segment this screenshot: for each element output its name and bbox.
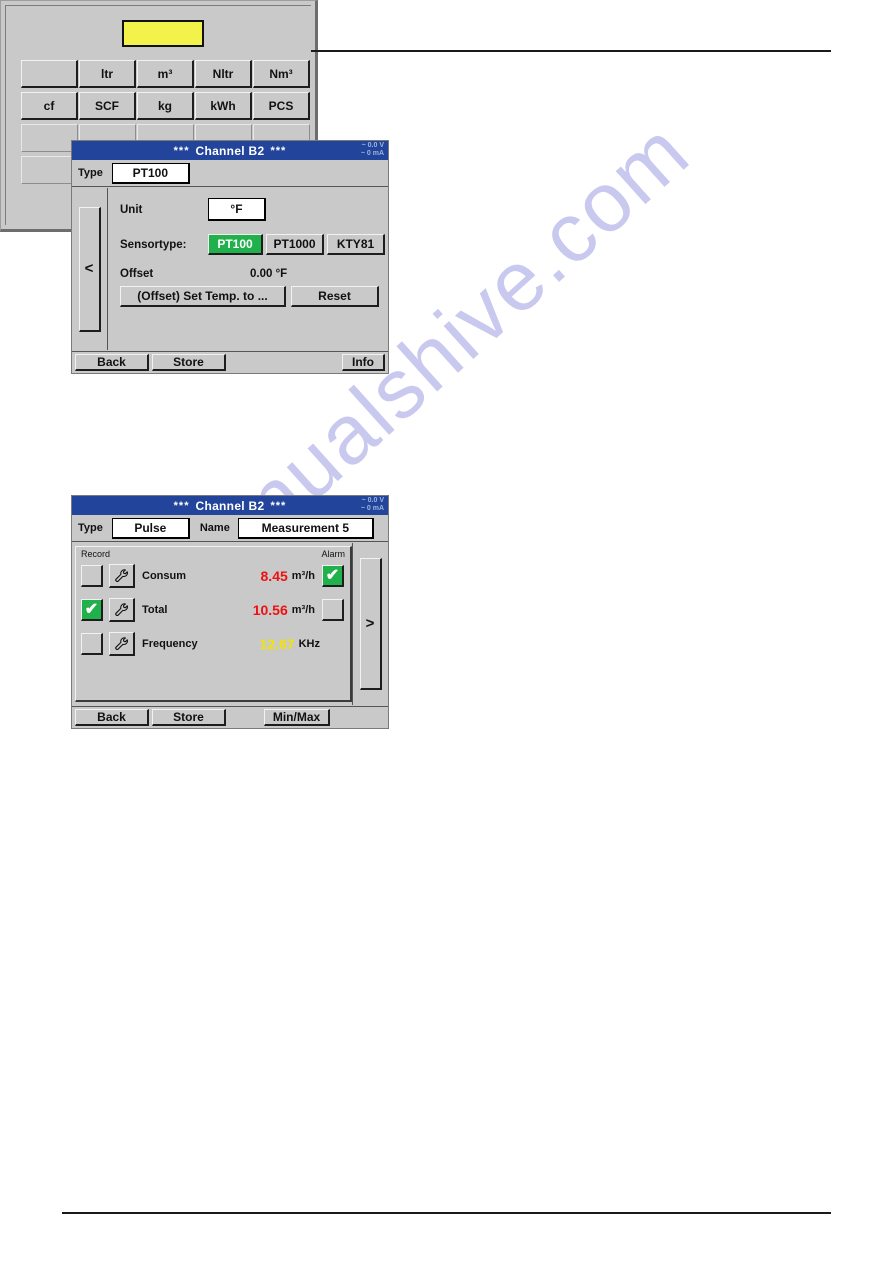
unit-key-nltr[interactable]: Nltr xyxy=(195,60,252,88)
page-title: Channel B2 xyxy=(195,498,265,513)
bottom-toolbar: Back Store Min/Max xyxy=(72,706,388,728)
title-stars-left: *** xyxy=(173,144,190,157)
offset-actions-row: (Offset) Set Temp. to ... Reset xyxy=(120,286,388,307)
offset-label: Offset xyxy=(120,268,154,280)
record-checkbox-consum[interactable]: ✔ xyxy=(81,565,103,587)
unit-key-ltr[interactable]: ltr xyxy=(79,60,136,88)
page-footer-rule xyxy=(62,1212,831,1214)
titlebar: *** Channel B2 *** ~ 0.0 V ~ 0 mA xyxy=(72,141,388,160)
record-label-consum: Consum xyxy=(142,570,186,582)
record-row-consum: ✔ Consum 8.45 m³/h ✔ xyxy=(76,559,350,593)
name-label: Name xyxy=(199,522,230,534)
back-button[interactable]: Back xyxy=(75,709,149,726)
prev-page-button[interactable]: < xyxy=(78,206,101,332)
store-button[interactable]: Store xyxy=(152,354,226,371)
sensortype-option-kty81[interactable]: KTY81 xyxy=(327,234,385,255)
page-title: Channel B2 xyxy=(195,143,265,158)
sensortype-option-pt1000[interactable]: PT1000 xyxy=(266,234,324,255)
voltage-readout: ~ 0.0 V xyxy=(361,497,384,504)
type-name-row: Type Pulse Name Measurement 5 xyxy=(72,515,388,542)
unit-key-empty[interactable] xyxy=(21,156,78,184)
type-label: Type xyxy=(78,522,103,534)
record-row-total: ✔ Total 10.56 m³/h ✔ xyxy=(76,593,350,627)
title-stars-right: *** xyxy=(270,144,287,157)
type-label: Type xyxy=(78,167,103,179)
titlebar: *** Channel B2 *** ~ 0.0 V ~ 0 mA xyxy=(72,496,388,515)
unit-key-blank[interactable] xyxy=(21,60,78,88)
alarm-checkbox-consum[interactable]: ✔ xyxy=(322,565,344,587)
sensortype-option-pt100[interactable]: PT100 xyxy=(208,234,263,255)
record-list-header: Record Alarm xyxy=(76,547,350,559)
unit-key-m3[interactable]: m³ xyxy=(137,60,194,88)
channel-b2-temperature-screen: *** Channel B2 *** ~ 0.0 V ~ 0 mA Type P… xyxy=(71,140,389,374)
offset-reset-button[interactable]: Reset xyxy=(291,286,379,307)
minmax-button[interactable]: Min/Max xyxy=(264,709,330,726)
record-value-consum: 8.45 xyxy=(260,568,288,584)
wrench-icon[interactable] xyxy=(109,598,135,622)
alarm-column-header: Alarm xyxy=(321,549,345,559)
back-button[interactable]: Back xyxy=(75,354,149,371)
title-stars-right: *** xyxy=(270,499,287,512)
record-value-frequency: 12.67 xyxy=(259,636,295,652)
unit-key-nm3[interactable]: Nm³ xyxy=(253,60,310,88)
record-label-frequency: Frequency xyxy=(142,638,198,650)
offset-row: Offset 0.00 °F xyxy=(120,268,388,280)
current-readout: ~ 0 mA xyxy=(360,150,384,157)
next-page-column: > xyxy=(352,543,388,705)
analog-readout: ~ 0.0 V ~ 0 mA xyxy=(361,142,384,158)
channel-b2-pulse-screen: *** Channel B2 *** ~ 0.0 V ~ 0 mA Type P… xyxy=(71,495,389,729)
offset-value: 0.00 °F xyxy=(250,268,288,280)
unit-key-kwh[interactable]: kWh xyxy=(195,92,252,120)
unit-label: Unit xyxy=(120,203,143,216)
record-row-frequency: ✔ Frequency 12.67 KHz xyxy=(76,627,350,661)
unit-key-empty[interactable] xyxy=(21,124,78,152)
record-checkbox-frequency[interactable]: ✔ xyxy=(81,633,103,655)
prev-page-column: < xyxy=(72,188,108,350)
voltage-readout: ~ 0.0 V xyxy=(361,142,384,149)
sensortype-row: Sensortype: PT100 PT1000 KTY81 xyxy=(120,234,388,255)
current-readout: ~ 0 mA xyxy=(360,505,384,512)
name-value-field[interactable]: Measurement 5 xyxy=(237,517,374,539)
alarm-checkbox-total[interactable]: ✔ xyxy=(322,599,344,621)
type-row: Type PT100 xyxy=(72,160,388,187)
type-value-field[interactable]: Pulse xyxy=(111,517,190,539)
offset-set-temp-button[interactable]: (Offset) Set Temp. to ... xyxy=(120,286,286,307)
unit-value-field[interactable]: °F xyxy=(208,198,266,221)
unit-key-kg[interactable]: kg xyxy=(137,92,194,120)
record-column-header: Record xyxy=(81,549,111,559)
bottom-toolbar: Back Store Info xyxy=(72,351,388,373)
sensortype-label: Sensortype: xyxy=(120,238,187,251)
unit-key-pcs[interactable]: PCS xyxy=(253,92,310,120)
record-unit-frequency: KHz xyxy=(298,638,320,650)
record-list: Record Alarm ✔ Consum 8.45 m³/h ✔ ✔ xyxy=(75,546,352,702)
type-value-field[interactable]: PT100 xyxy=(111,162,190,184)
unit-key-scf[interactable]: SCF xyxy=(79,92,136,120)
unit-input-display[interactable] xyxy=(122,20,204,47)
store-button[interactable]: Store xyxy=(152,709,226,726)
title-stars-left: *** xyxy=(173,499,190,512)
wrench-icon[interactable] xyxy=(109,632,135,656)
record-label-total: Total xyxy=(142,604,168,616)
record-checkbox-total[interactable]: ✔ xyxy=(81,599,103,621)
record-unit-total: m³/h xyxy=(291,604,315,616)
analog-readout: ~ 0.0 V ~ 0 mA xyxy=(361,497,384,513)
info-button[interactable]: Info xyxy=(342,354,385,371)
unit-key-cf[interactable]: cf xyxy=(21,92,78,120)
record-value-total: 10.56 xyxy=(252,602,288,618)
record-unit-consum: m³/h xyxy=(291,570,315,582)
unit-row: Unit °F xyxy=(120,198,388,221)
next-page-button[interactable]: > xyxy=(359,558,382,690)
wrench-icon[interactable] xyxy=(109,564,135,588)
